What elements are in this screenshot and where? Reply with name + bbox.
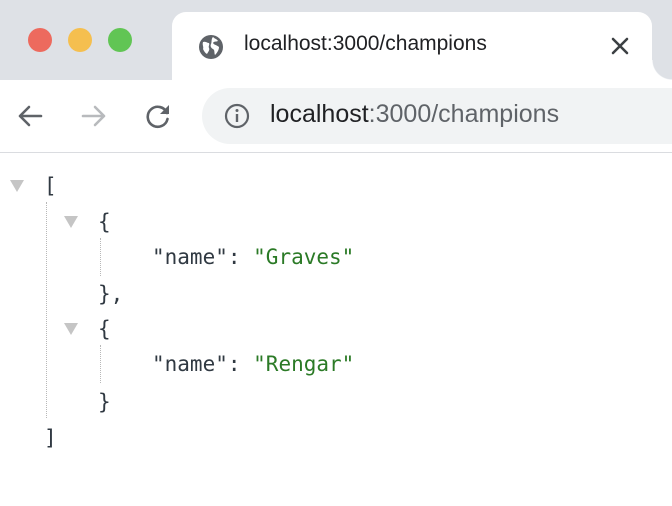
json-key-1: "name": [152, 245, 228, 269]
array-indent-guide: [46, 202, 47, 418]
tab-strip: localhost:3000/champions: [0, 0, 672, 80]
json-property-1: "name": "Graves": [152, 243, 354, 271]
json-key-2: "name": [152, 352, 228, 376]
json-viewer: [ { "name": "Graves" }, { "name": "Renga…: [0, 153, 672, 506]
json-separator-1: :: [227, 245, 254, 269]
json-value-2: "Rengar": [253, 352, 355, 376]
arrow-right-icon[interactable]: [78, 100, 110, 132]
array-open-bracket: [: [44, 174, 57, 198]
window-close-button[interactable]: [28, 28, 52, 52]
object-indent-guide-1: [100, 238, 101, 276]
url-path: :3000/champions: [368, 100, 560, 128]
object-open-brace-1: {: [98, 210, 111, 234]
object-close-brace-1: },: [98, 282, 124, 306]
tab-title: localhost:3000/champions: [244, 32, 487, 55]
collapse-object-toggle-2[interactable]: [64, 323, 78, 335]
collapse-object-toggle-1[interactable]: [64, 216, 78, 228]
json-separator-2: :: [227, 352, 254, 376]
array-close-bracket: ]: [44, 426, 57, 450]
object-close-brace-2: }: [98, 390, 111, 414]
toolbar: localhost:3000/champions: [0, 80, 672, 153]
object-indent-guide-2: [100, 345, 101, 383]
window-minimize-button[interactable]: [68, 28, 92, 52]
url-text: localhost:3000/champions: [270, 100, 559, 129]
collapse-array-toggle[interactable]: [10, 180, 24, 192]
tab-champions[interactable]: localhost:3000/champions: [172, 12, 672, 80]
address-bar[interactable]: localhost:3000/champions: [202, 88, 672, 144]
reload-icon[interactable]: [142, 100, 174, 132]
object-open-brace-2: {: [98, 317, 111, 341]
info-icon[interactable]: [224, 103, 250, 129]
json-value-1: "Graves": [253, 245, 355, 269]
json-property-2: "name": "Rengar": [152, 350, 354, 378]
window-maximize-button[interactable]: [108, 28, 132, 52]
arrow-left-icon[interactable]: [14, 100, 46, 132]
url-host: localhost: [270, 100, 369, 128]
close-icon[interactable]: [608, 34, 632, 58]
globe-icon: [199, 35, 223, 59]
